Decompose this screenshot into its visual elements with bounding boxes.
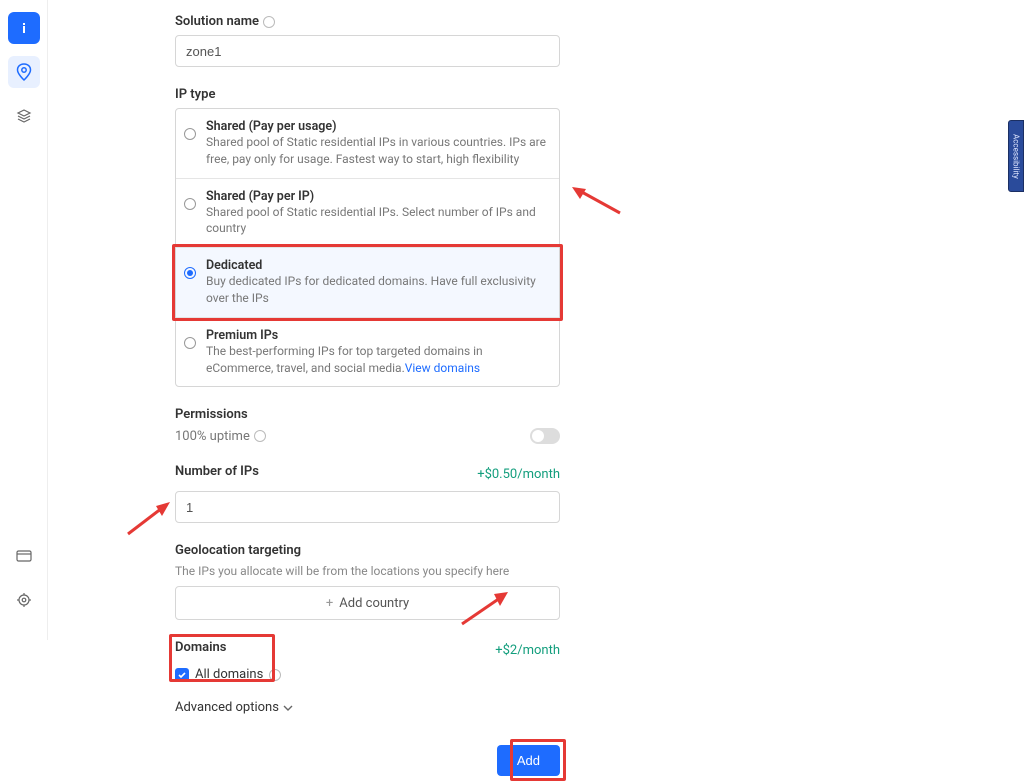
chevron-down-icon xyxy=(283,700,293,715)
help-icon[interactable] xyxy=(254,430,266,442)
ip-type-option-premium[interactable]: Premium IPs The best-performing IPs for … xyxy=(176,318,559,387)
domains-label: Domains xyxy=(175,640,226,655)
number-ips-input[interactable] xyxy=(175,491,560,523)
add-country-button[interactable]: + Add country xyxy=(175,586,560,620)
annotation-arrow xyxy=(572,185,622,215)
number-ips-label: Number of IPs xyxy=(175,464,259,479)
ip-type-option-dedicated[interactable]: Dedicated Buy dedicated IPs for dedicate… xyxy=(176,248,559,318)
number-ips-price: +$0.50/month xyxy=(477,467,560,482)
info-icon[interactable] xyxy=(8,12,40,44)
stack-icon[interactable] xyxy=(8,100,40,132)
ip-type-group: Shared (Pay per usage) Shared pool of St… xyxy=(175,108,560,387)
geo-label: Geolocation targeting xyxy=(175,543,560,558)
uptime-toggle[interactable] xyxy=(530,428,560,444)
accessibility-tab[interactable]: Accessibility xyxy=(1008,120,1024,192)
radio-icon xyxy=(184,198,196,210)
sidebar xyxy=(0,0,48,640)
solution-name-input[interactable] xyxy=(175,35,560,67)
solution-name-label: Solution name xyxy=(175,14,560,29)
help-icon[interactable] xyxy=(263,16,275,28)
help-icon[interactable] xyxy=(269,669,281,681)
annotation-arrow xyxy=(126,500,172,536)
radio-icon xyxy=(184,267,196,279)
geo-desc: The IPs you allocate will be from the lo… xyxy=(175,564,560,578)
add-button[interactable]: Add xyxy=(497,745,560,776)
uptime-label: 100% uptime xyxy=(175,429,266,444)
ip-type-label: IP type xyxy=(175,87,560,102)
location-pin-icon[interactable] xyxy=(8,56,40,88)
all-domains-checkbox-row[interactable]: All domains xyxy=(175,667,560,682)
ip-type-option-shared-ip[interactable]: Shared (Pay per IP) Shared pool of Stati… xyxy=(176,179,559,249)
checkbox-checked-icon xyxy=(175,668,189,682)
radio-icon xyxy=(184,128,196,140)
main-form: Solution name IP type Shared (Pay per us… xyxy=(175,0,560,776)
view-domains-link[interactable]: View domains xyxy=(405,361,480,375)
permissions-label: Permissions xyxy=(175,407,560,422)
billing-icon[interactable] xyxy=(8,540,40,572)
plus-icon: + xyxy=(326,596,333,611)
radio-icon xyxy=(184,337,196,349)
advanced-options-toggle[interactable]: Advanced options xyxy=(175,700,560,715)
ip-type-option-shared-usage[interactable]: Shared (Pay per usage) Shared pool of St… xyxy=(176,109,559,179)
settings-gear-icon[interactable] xyxy=(8,584,40,616)
domains-price: +$2/month xyxy=(495,643,560,658)
